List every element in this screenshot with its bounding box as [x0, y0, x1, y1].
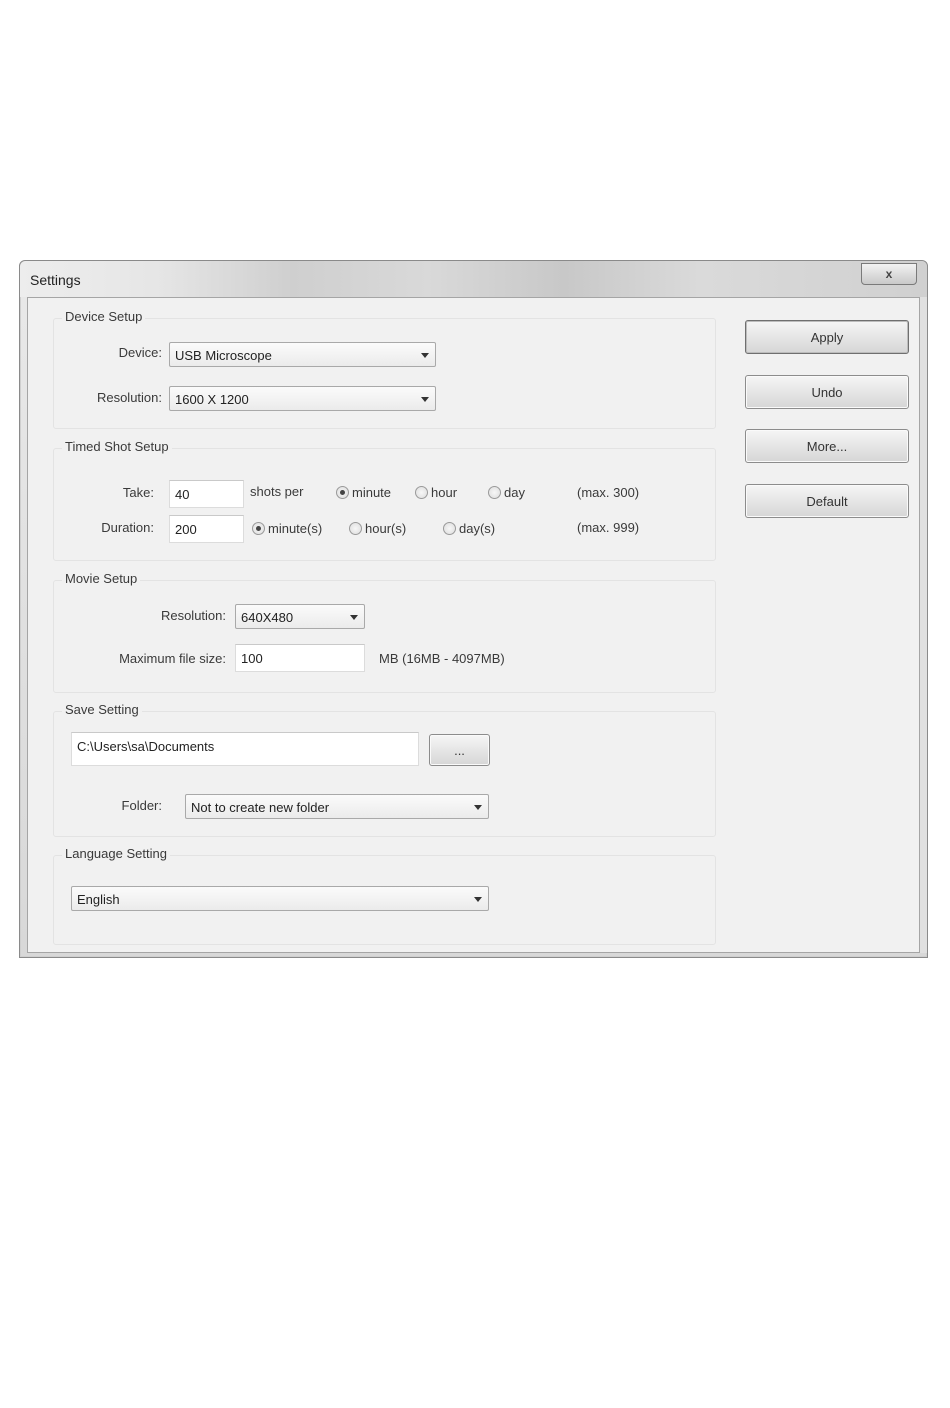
device-setup-group: Device Setup Device: USB Microscope Reso… [53, 309, 716, 429]
radio-minutes-label: minute(s) [268, 521, 323, 536]
apply-button-label: Apply [810, 329, 844, 345]
settings-window: Settings x Device Setup Device: USB Micr… [19, 260, 928, 958]
radio-day-label: day [504, 485, 525, 500]
radio-icon [488, 486, 501, 499]
save-path-input[interactable]: C:\Users\sa\Documents [71, 732, 419, 766]
chevron-down-icon [474, 805, 482, 810]
chevron-down-icon [421, 397, 429, 402]
max-file-size-label: Maximum file size: [119, 651, 226, 666]
shots-per-label: shots per [250, 484, 304, 499]
timed-shot-group: Timed Shot Setup Take: 40 shots per minu… [53, 439, 716, 561]
language-select-value: English [77, 892, 120, 907]
timed-shot-label: Timed Shot Setup [62, 439, 172, 454]
chevron-down-icon [421, 353, 429, 358]
radio-icon [415, 486, 428, 499]
max-file-size-input[interactable]: 100 [235, 644, 365, 672]
radio-hour-label: hour [431, 485, 458, 500]
radio-icon [349, 522, 362, 535]
undo-button[interactable]: Undo [745, 375, 909, 409]
save-setting-label: Save Setting [62, 702, 142, 717]
duration-max-label: (max. 999) [577, 520, 640, 535]
save-setting-group: Save Setting C:\Users\sa\Documents ... F… [53, 702, 716, 837]
close-icon: x [885, 267, 893, 281]
duration-input[interactable]: 200 [169, 515, 244, 543]
radio-selected-icon [252, 522, 265, 535]
take-max-label: (max. 300) [577, 485, 640, 500]
movie-resolution-select[interactable]: 640X480 [235, 604, 365, 629]
device-select[interactable]: USB Microscope [169, 342, 436, 367]
resolution-select-value: 1600 X 1200 [175, 392, 249, 407]
take-input-value: 40 [175, 487, 190, 502]
more-button-label: More... [806, 438, 848, 454]
radio-icon [443, 522, 456, 535]
chevron-down-icon [474, 897, 482, 902]
undo-button-label: Undo [811, 384, 843, 400]
language-setting-label: Language Setting [62, 846, 170, 861]
browse-button-label: ... [454, 742, 465, 758]
device-setup-label: Device Setup [62, 309, 146, 324]
default-button[interactable]: Default [745, 484, 909, 518]
save-path-value: C:\Users\sa\Documents [77, 739, 215, 754]
window-title: Settings [30, 272, 81, 288]
radio-hours[interactable]: hour(s) [349, 521, 406, 536]
take-label: Take: [122, 485, 154, 500]
max-file-size-hint: MB (16MB - 4097MB) [379, 651, 505, 666]
movie-setup-label: Movie Setup [62, 571, 141, 586]
chevron-down-icon [350, 615, 358, 620]
title-bar[interactable]: Settings x [20, 261, 927, 297]
radio-selected-icon [336, 486, 349, 499]
resolution-label: Resolution: [96, 390, 162, 405]
apply-button[interactable]: Apply [745, 320, 909, 354]
take-input[interactable]: 40 [169, 480, 244, 508]
movie-resolution-value: 640X480 [241, 610, 294, 625]
radio-hours-label: hour(s) [365, 521, 407, 536]
radio-minute-label: minute [352, 485, 392, 500]
more-button[interactable]: More... [745, 429, 909, 463]
radio-hour[interactable]: hour [415, 485, 457, 500]
dialog-body: Device Setup Device: USB Microscope Reso… [27, 297, 920, 953]
radio-days-label: day(s) [459, 521, 496, 536]
default-button-label: Default [806, 493, 848, 509]
duration-label: Duration: [101, 520, 154, 535]
max-file-size-value: 100 [241, 651, 263, 666]
duration-input-value: 200 [175, 522, 197, 537]
device-select-value: USB Microscope [175, 348, 272, 363]
folder-select[interactable]: Not to create new folder [185, 794, 489, 819]
close-button[interactable]: x [861, 263, 917, 285]
radio-minute[interactable]: minute [336, 485, 391, 500]
movie-setup-group: Movie Setup Resolution: 640X480 Maximum … [53, 571, 716, 693]
resolution-select[interactable]: 1600 X 1200 [169, 386, 436, 411]
radio-minutes[interactable]: minute(s) [252, 521, 322, 536]
folder-label: Folder: [121, 798, 162, 813]
language-setting-group: Language Setting English [53, 846, 716, 945]
device-label: Device: [118, 345, 162, 360]
movie-resolution-label: Resolution: [160, 608, 226, 623]
folder-select-value: Not to create new folder [191, 800, 330, 815]
window-right-border [920, 297, 927, 953]
language-select[interactable]: English [71, 886, 489, 911]
radio-days[interactable]: day(s) [443, 521, 495, 536]
browse-button[interactable]: ... [429, 734, 490, 766]
radio-day[interactable]: day [488, 485, 525, 500]
